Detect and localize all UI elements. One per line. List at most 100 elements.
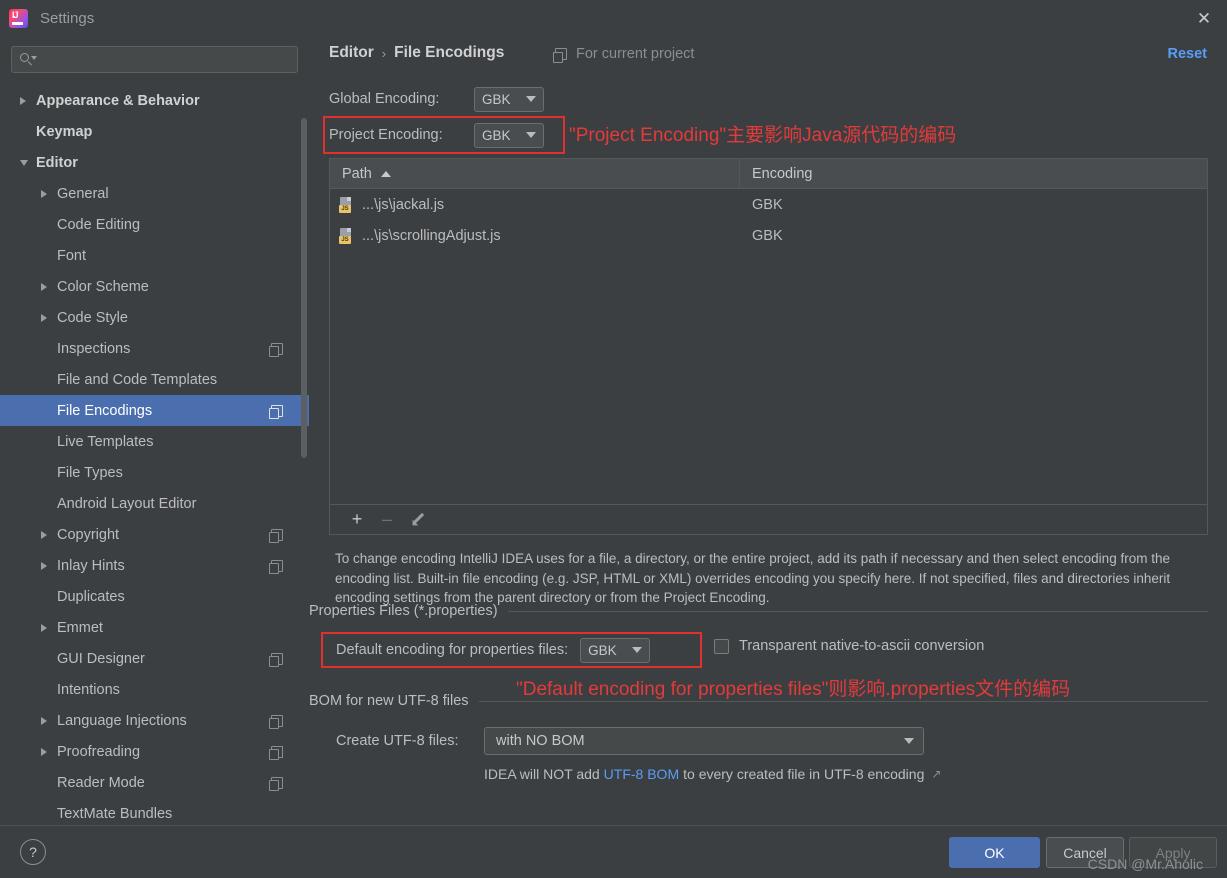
create-utf8-select[interactable]: with NO BOM bbox=[484, 727, 924, 755]
sidebar-item-textmate-bundles[interactable]: TextMate Bundles bbox=[0, 798, 309, 825]
chevron-right-icon[interactable] bbox=[41, 716, 47, 725]
project-scope-icon bbox=[268, 745, 283, 760]
sidebar-item-label: Language Injections bbox=[57, 712, 187, 729]
sidebar-item-label: Proofreading bbox=[57, 743, 141, 760]
cell-path: JS ...\js\scrollingAdjust.js bbox=[330, 227, 740, 244]
sidebar-item-general[interactable]: General bbox=[0, 178, 309, 209]
cell-path-text: ...\js\scrollingAdjust.js bbox=[362, 227, 501, 244]
table-row[interactable]: JS ...\js\jackal.js GBK bbox=[330, 189, 1207, 220]
sidebar-item-font[interactable]: Font bbox=[0, 240, 309, 271]
ok-button[interactable]: OK bbox=[949, 837, 1040, 868]
external-link-icon[interactable]: ↗ bbox=[931, 767, 941, 781]
chevron-right-icon[interactable] bbox=[41, 189, 47, 198]
table-body: JS ...\js\jackal.js GBK JS ...\js\scrollingA… bbox=[330, 189, 1207, 251]
sidebar-item-code-editing[interactable]: Code Editing bbox=[0, 209, 309, 240]
close-icon[interactable]: ✕ bbox=[1181, 0, 1227, 36]
sidebar-item-file-and-code-templates[interactable]: File and Code Templates bbox=[0, 364, 309, 395]
settings-tree: Appearance & Behavior Keymap Editor General… bbox=[0, 85, 309, 825]
sidebar-item-label: Font bbox=[57, 247, 87, 264]
column-header-path-label: Path bbox=[342, 165, 372, 182]
column-header-path[interactable]: Path bbox=[330, 159, 740, 188]
transparent-conversion-checkbox[interactable] bbox=[714, 638, 729, 654]
window-title: Settings bbox=[40, 9, 95, 27]
sidebar-item-label: Editor bbox=[36, 154, 78, 171]
chevron-down-icon bbox=[526, 132, 536, 138]
sidebar-item-emmet[interactable]: Emmet bbox=[0, 612, 309, 643]
dialog-footer: ? OK Cancel Apply CSDN @Mr.Aholic bbox=[0, 825, 1227, 878]
chevron-right-icon[interactable] bbox=[41, 530, 47, 539]
chevron-right-icon[interactable] bbox=[41, 747, 47, 756]
table-header: Path Encoding bbox=[330, 159, 1207, 189]
sidebar-item-label: General bbox=[57, 185, 109, 202]
default-properties-encoding-select[interactable]: GBK bbox=[580, 637, 651, 663]
sidebar-scrollbar[interactable] bbox=[301, 118, 307, 458]
sidebar-item-label: Keymap bbox=[36, 123, 93, 140]
add-button[interactable]: + bbox=[342, 509, 372, 531]
section-divider bbox=[478, 700, 1208, 702]
project-scope-icon bbox=[268, 559, 283, 574]
sidebar-item-inlay-hints[interactable]: Inlay Hints bbox=[0, 550, 309, 581]
project-encoding-select[interactable]: GBK bbox=[474, 122, 544, 148]
sidebar-item-duplicates[interactable]: Duplicates bbox=[0, 581, 309, 612]
project-scope-icon bbox=[268, 528, 283, 543]
sidebar-item-gui-designer[interactable]: GUI Designer bbox=[0, 643, 309, 674]
cell-encoding[interactable]: GBK bbox=[740, 197, 1207, 213]
chevron-right-icon[interactable] bbox=[41, 313, 47, 322]
sidebar-item-color-scheme[interactable]: Color Scheme bbox=[0, 271, 309, 302]
sidebar-item-file-types[interactable]: File Types bbox=[0, 457, 309, 488]
sidebar-item-code-style[interactable]: Code Style bbox=[0, 302, 309, 333]
watermark: CSDN @Mr.Aholic bbox=[1087, 856, 1203, 872]
sidebar-item-label: Code Editing bbox=[57, 216, 141, 233]
sidebar-item-label: File Types bbox=[57, 464, 123, 481]
sidebar-item-proofreading[interactable]: Proofreading bbox=[0, 736, 309, 767]
sidebar-item-label: Android Layout Editor bbox=[57, 495, 197, 512]
cell-encoding[interactable]: GBK bbox=[740, 228, 1207, 244]
sidebar-item-label: Duplicates bbox=[57, 588, 125, 605]
sidebar-item-file-encodings[interactable]: File Encodings bbox=[0, 395, 309, 426]
sidebar-item-appearance-behavior[interactable]: Appearance & Behavior bbox=[0, 85, 309, 116]
chevron-right-icon[interactable] bbox=[20, 96, 26, 105]
sidebar-item-editor[interactable]: Editor bbox=[0, 147, 309, 178]
bom-hint: IDEA will NOT add UTF-8 BOM to every cre… bbox=[484, 766, 941, 782]
column-header-encoding-label: Encoding bbox=[752, 165, 813, 182]
global-encoding-select[interactable]: GBK bbox=[474, 86, 544, 112]
properties-section-header: Properties Files (*.properties) bbox=[309, 603, 1208, 619]
chevron-right-icon[interactable] bbox=[41, 623, 47, 632]
sidebar-item-android-layout-editor[interactable]: Android Layout Editor bbox=[0, 488, 309, 519]
section-divider bbox=[507, 610, 1208, 612]
chevron-down-icon bbox=[632, 647, 643, 653]
chevron-right-icon[interactable] bbox=[41, 282, 47, 291]
edit-button[interactable] bbox=[402, 509, 432, 531]
chevron-down-icon[interactable] bbox=[20, 159, 28, 166]
sidebar-item-copyright[interactable]: Copyright bbox=[0, 519, 309, 550]
project-scope-icon bbox=[268, 714, 283, 729]
search-input[interactable] bbox=[11, 46, 298, 73]
help-button[interactable]: ? bbox=[20, 839, 46, 865]
sidebar-item-live-templates[interactable]: Live Templates bbox=[0, 426, 309, 457]
cell-path-text: ...\js\jackal.js bbox=[362, 196, 445, 213]
sidebar-item-intentions[interactable]: Intentions bbox=[0, 674, 309, 705]
project-encoding-value: GBK bbox=[482, 127, 511, 143]
reset-link[interactable]: Reset bbox=[1168, 46, 1208, 62]
breadcrumb-parent[interactable]: Editor bbox=[329, 44, 374, 62]
bom-hint-suffix: to every created file in UTF-8 encoding bbox=[683, 766, 925, 782]
sidebar-item-keymap[interactable]: Keymap bbox=[0, 116, 309, 147]
table-row[interactable]: JS ...\js\scrollingAdjust.js GBK bbox=[330, 220, 1207, 251]
sidebar-item-label: Appearance & Behavior bbox=[36, 92, 200, 109]
project-encoding-label: Project Encoding: bbox=[329, 127, 443, 143]
search-wrapper bbox=[0, 36, 309, 73]
chevron-right-icon[interactable] bbox=[41, 561, 47, 570]
properties-section-title: Properties Files (*.properties) bbox=[309, 603, 498, 619]
sidebar-item-language-injections[interactable]: Language Injections bbox=[0, 705, 309, 736]
project-encoding-row: Project Encoding: GBK bbox=[329, 122, 544, 148]
utf8-bom-link[interactable]: UTF-8 BOM bbox=[604, 766, 679, 782]
pencil-icon bbox=[409, 512, 425, 529]
sidebar-item-reader-mode[interactable]: Reader Mode bbox=[0, 767, 309, 798]
sidebar-item-label: Inspections bbox=[57, 340, 131, 357]
search-icon bbox=[20, 53, 37, 66]
column-header-encoding[interactable]: Encoding bbox=[740, 159, 1207, 188]
sidebar-item-inspections[interactable]: Inspections bbox=[0, 333, 309, 364]
transparent-conversion-row[interactable]: Transparent native-to-ascii conversion bbox=[714, 638, 984, 654]
for-current-project-text: For current project bbox=[576, 46, 695, 62]
remove-button[interactable]: – bbox=[372, 509, 402, 531]
